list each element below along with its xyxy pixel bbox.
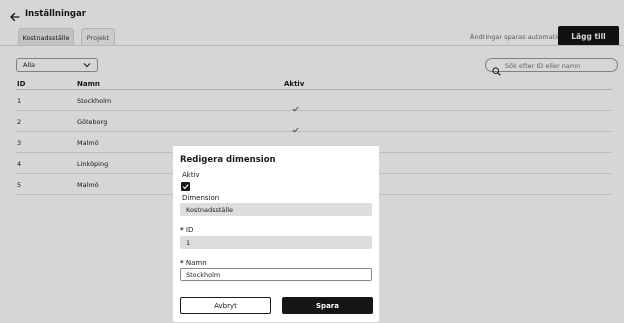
name-label: * Namn	[180, 259, 207, 267]
save-button[interactable]: Spara	[282, 297, 373, 314]
edit-dimension-dialog: Redigera dimension Aktiv Dimension Kostn…	[173, 146, 379, 322]
active-checkbox[interactable]	[181, 182, 190, 191]
name-label-text: Namn	[185, 259, 207, 267]
cancel-button[interactable]: Avbryt	[180, 297, 271, 314]
dialog-title: Redigera dimension	[180, 155, 276, 165]
id-label: * ID	[180, 226, 193, 234]
id-field: 1	[180, 236, 372, 249]
id-value: 1	[186, 238, 191, 247]
dimension-field: Kostnadsställe	[180, 203, 372, 216]
required-marker: *	[180, 259, 184, 267]
dimension-label: Dimension	[182, 194, 220, 202]
dimension-value: Kostnadsställe	[186, 205, 233, 214]
active-label: Aktiv	[182, 171, 200, 179]
required-marker: *	[180, 226, 184, 234]
id-label-text: ID	[185, 226, 194, 234]
name-value: Stockholm	[186, 270, 221, 279]
name-field[interactable]: Stockholm	[180, 268, 372, 281]
